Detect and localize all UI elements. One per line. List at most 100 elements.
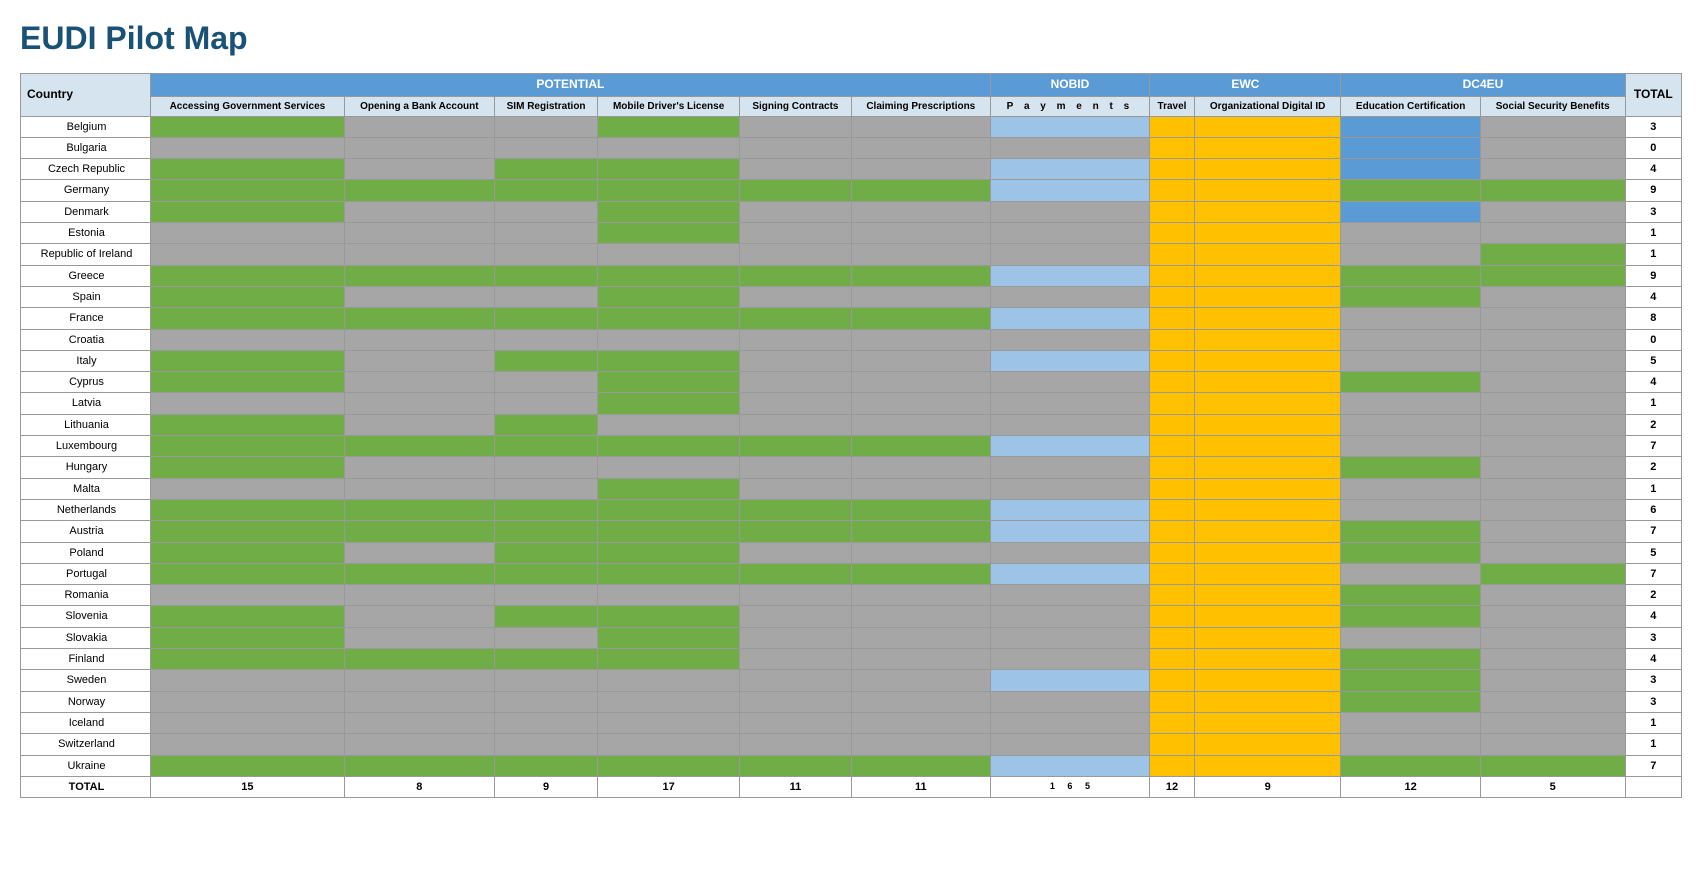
country-cell: Iceland <box>21 712 151 733</box>
data-cell <box>598 265 740 286</box>
data-cell <box>1341 308 1480 329</box>
table-row: Italy5 <box>21 350 1682 371</box>
data-cell <box>1480 649 1625 670</box>
data-cell <box>1194 521 1341 542</box>
table-row: Romania2 <box>21 585 1682 606</box>
data-cell <box>1194 670 1341 691</box>
data-cell <box>494 308 597 329</box>
data-cell <box>344 499 494 520</box>
data-cell <box>1194 606 1341 627</box>
data-cell <box>990 563 1150 584</box>
data-cell <box>598 691 740 712</box>
data-cell <box>151 159 345 180</box>
data-cell <box>494 691 597 712</box>
data-cell <box>151 712 345 733</box>
data-cell <box>344 159 494 180</box>
row-total: 3 <box>1625 691 1681 712</box>
data-cell <box>1150 606 1195 627</box>
data-cell <box>990 350 1150 371</box>
data-cell <box>494 712 597 733</box>
group-ewc-header: EWC <box>1150 74 1341 97</box>
data-cell <box>990 308 1150 329</box>
data-cell <box>598 201 740 222</box>
data-cell <box>1341 180 1480 201</box>
data-cell <box>1480 286 1625 307</box>
data-cell <box>494 372 597 393</box>
data-cell <box>739 563 851 584</box>
data-cell <box>1480 372 1625 393</box>
data-cell <box>1194 244 1341 265</box>
data-cell <box>344 372 494 393</box>
data-cell <box>1341 286 1480 307</box>
data-cell <box>1480 201 1625 222</box>
data-cell <box>344 521 494 542</box>
data-cell <box>1150 542 1195 563</box>
data-cell <box>851 372 990 393</box>
data-cell <box>1480 414 1625 435</box>
row-total: 3 <box>1625 116 1681 137</box>
country-cell: Denmark <box>21 201 151 222</box>
data-cell <box>739 286 851 307</box>
row-total: 1 <box>1625 223 1681 244</box>
data-cell <box>739 542 851 563</box>
data-cell <box>494 116 597 137</box>
data-cell <box>990 159 1150 180</box>
data-cell <box>151 755 345 776</box>
data-cell <box>1150 329 1195 350</box>
data-cell <box>344 755 494 776</box>
data-cell <box>494 627 597 648</box>
country-cell: Germany <box>21 180 151 201</box>
data-cell <box>990 137 1150 158</box>
data-cell <box>494 265 597 286</box>
country-cell: Greece <box>21 265 151 286</box>
data-cell <box>739 393 851 414</box>
total-col-12 <box>1625 776 1681 797</box>
total-header: TOTAL <box>1625 74 1681 117</box>
data-cell <box>1480 393 1625 414</box>
data-cell <box>151 308 345 329</box>
data-cell <box>598 308 740 329</box>
data-cell <box>1341 393 1480 414</box>
row-total: 4 <box>1625 649 1681 670</box>
data-cell <box>344 691 494 712</box>
data-cell <box>1341 670 1480 691</box>
group-potential-header: POTENTIAL <box>151 74 991 97</box>
total-col-10: 12 <box>1341 776 1480 797</box>
data-cell <box>990 755 1150 776</box>
data-cell <box>494 499 597 520</box>
table-row: Bulgaria0 <box>21 137 1682 158</box>
data-cell <box>1341 223 1480 244</box>
pilot-map-table: Country POTENTIAL NOBID EWC DC4EU TOTAL … <box>20 73 1682 798</box>
data-cell <box>990 201 1150 222</box>
data-cell <box>1341 606 1480 627</box>
data-cell <box>1150 499 1195 520</box>
data-cell <box>494 414 597 435</box>
data-cell <box>494 478 597 499</box>
country-cell: Austria <box>21 521 151 542</box>
data-cell <box>494 159 597 180</box>
data-cell <box>739 521 851 542</box>
data-cell <box>494 755 597 776</box>
table-row: Germany9 <box>21 180 1682 201</box>
row-total: 4 <box>1625 372 1681 393</box>
data-cell <box>1194 499 1341 520</box>
data-cell <box>494 521 597 542</box>
data-cell <box>851 457 990 478</box>
col-social-sec: Social Security Benefits <box>1480 96 1625 116</box>
data-cell <box>151 606 345 627</box>
table-body: Belgium3Bulgaria0Czech Republic4Germany9… <box>21 116 1682 776</box>
data-cell <box>1341 755 1480 776</box>
data-cell <box>990 691 1150 712</box>
data-cell <box>344 244 494 265</box>
data-cell <box>739 180 851 201</box>
data-cell <box>1150 521 1195 542</box>
data-cell <box>1194 691 1341 712</box>
data-cell <box>598 563 740 584</box>
total-col-11: 5 <box>1480 776 1625 797</box>
data-cell <box>1480 712 1625 733</box>
data-cell <box>151 201 345 222</box>
data-cell <box>344 180 494 201</box>
total-col-6: 11 <box>851 776 990 797</box>
data-cell <box>739 478 851 499</box>
data-cell <box>739 414 851 435</box>
